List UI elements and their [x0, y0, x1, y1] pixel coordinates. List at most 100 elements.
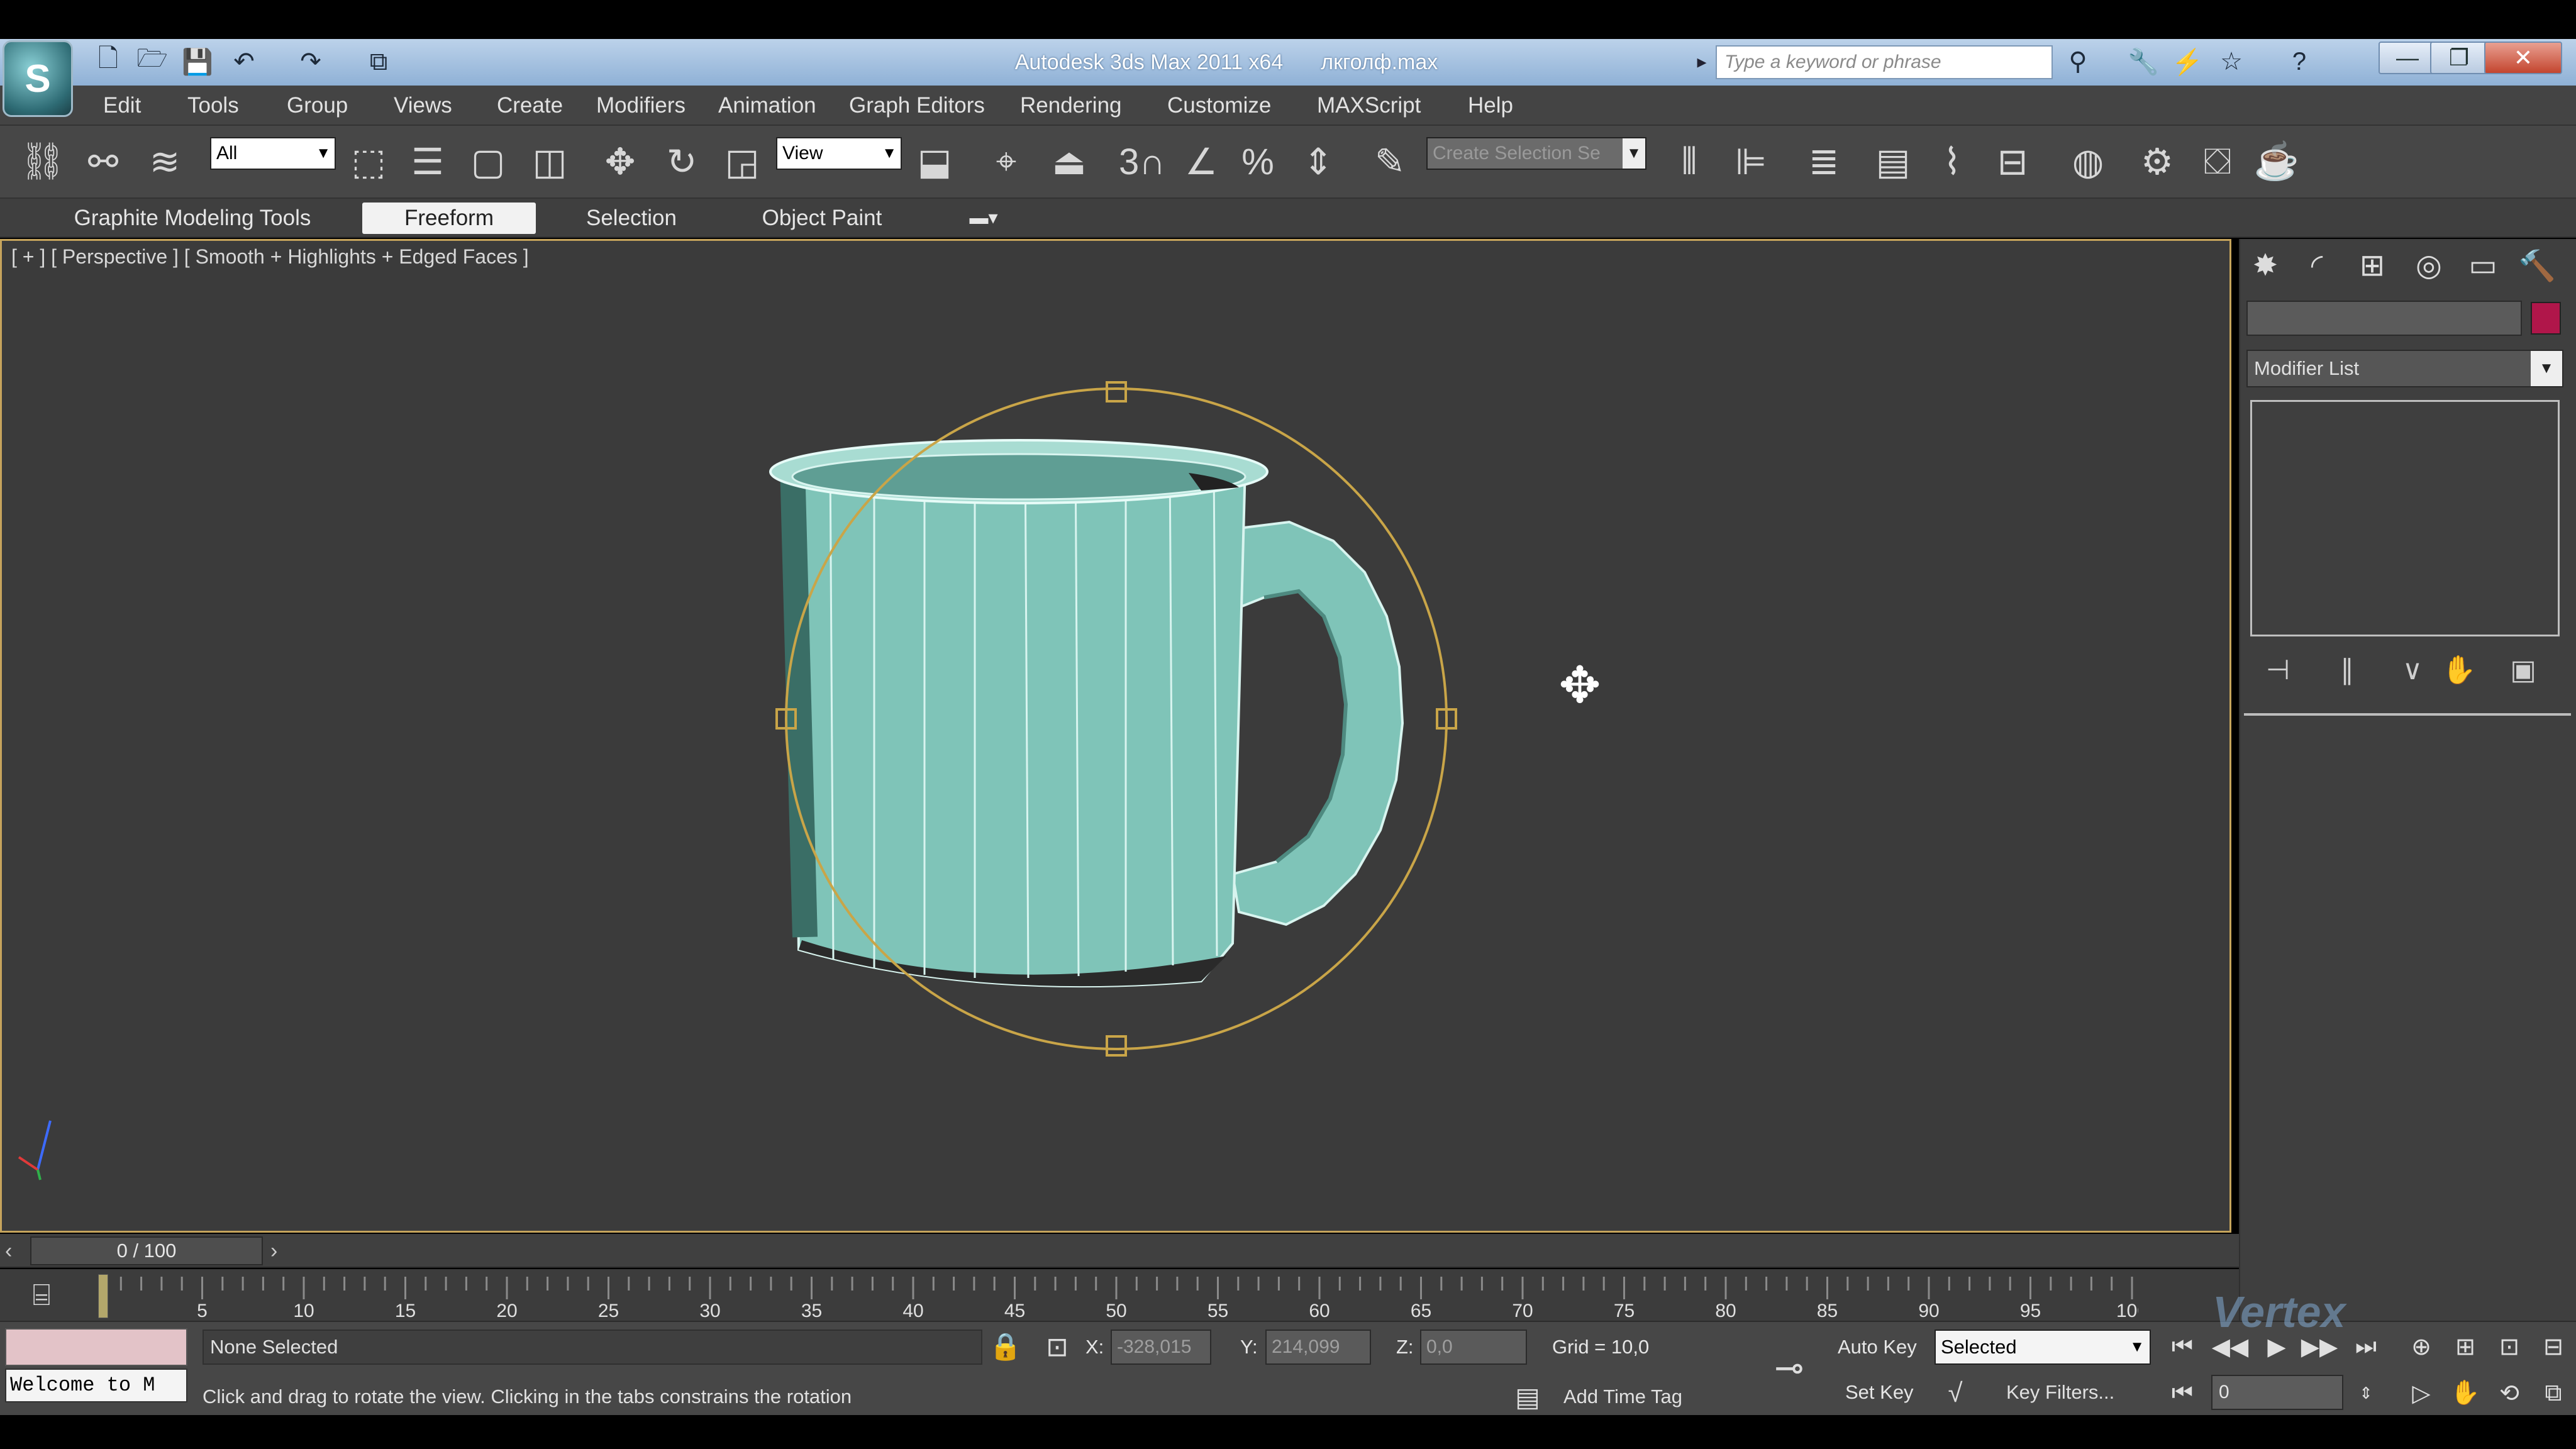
schematic-view-icon[interactable]: ⊟: [1987, 135, 2038, 189]
percent-snap-icon[interactable]: %: [1233, 135, 1283, 189]
edit-named-selection-icon[interactable]: ✎: [1365, 135, 1415, 189]
frame-spinner-icon[interactable]: ⇕: [2347, 1375, 2385, 1411]
absolute-mode-transform-icon[interactable]: ⊡: [1039, 1328, 1075, 1365]
field-of-view-icon[interactable]: ▷: [2402, 1375, 2440, 1411]
time-slider-prev-icon[interactable]: ‹: [5, 1236, 26, 1265]
remove-modifier-icon[interactable]: ✋: [2439, 650, 2479, 689]
maxscript-mini-listener-top[interactable]: [5, 1328, 187, 1366]
menu-animation[interactable]: Animation: [718, 88, 816, 123]
create-panel-icon[interactable]: ✸: [2243, 245, 2288, 286]
maximize-viewport-icon[interactable]: ⧉: [2534, 1375, 2572, 1411]
frame-ruler[interactable]: 5 10 15 20 25 30 35 40 45 50 55 60 65 70 75 80 85 90 95 100: [94, 1277, 2148, 1321]
display-panel-icon[interactable]: ▭: [2460, 245, 2506, 286]
align-icon[interactable]: ⊫: [1726, 135, 1776, 189]
menu-tools[interactable]: Tools: [187, 88, 239, 123]
material-editor-icon[interactable]: ◍: [2063, 135, 2113, 189]
make-unique-icon[interactable]: ∨: [2392, 650, 2433, 689]
key-filters-button[interactable]: Key Filters...: [2006, 1375, 2145, 1410]
zoom-extents-all-icon[interactable]: ⊟: [2534, 1328, 2572, 1365]
select-and-move-icon[interactable]: ✥: [595, 135, 645, 189]
go-to-end-icon[interactable]: ⏭: [2347, 1328, 2385, 1365]
menu-customize[interactable]: Customize: [1167, 88, 1271, 123]
select-and-link-icon[interactable]: ⛓: [18, 135, 68, 189]
time-slider-next-icon[interactable]: ›: [270, 1236, 292, 1265]
graphite-modeling-toggle-icon[interactable]: ▤: [1868, 135, 1918, 189]
open-file-icon[interactable]: 🗁: [135, 45, 170, 78]
ribbon-title-graphite[interactable]: Graphite Modeling Tools: [63, 203, 322, 234]
time-slider-thumb[interactable]: 0 / 100: [30, 1236, 263, 1265]
menu-modifiers[interactable]: Modifiers: [596, 88, 686, 123]
menu-rendering[interactable]: Rendering: [1020, 88, 1122, 123]
pin-stack-icon[interactable]: ⊣: [2258, 650, 2298, 689]
current-frame-field[interactable]: 0: [2211, 1375, 2343, 1410]
minimize-button[interactable]: —: [2379, 42, 2436, 74]
window-crossing-icon[interactable]: ◫: [525, 135, 575, 189]
go-to-start-icon[interactable]: ⏮: [2163, 1328, 2201, 1365]
modify-panel-icon[interactable]: ◜: [2294, 245, 2340, 286]
infocenter-search-input[interactable]: Type a keyword or phrase: [1716, 45, 2053, 79]
communication-center-icon[interactable]: ⚡: [2170, 45, 2205, 78]
configure-modifier-sets-icon[interactable]: ▣: [2503, 650, 2543, 689]
add-time-tag[interactable]: Add Time Tag: [1563, 1380, 1682, 1414]
search-binoculars-icon[interactable]: ⚲: [2060, 45, 2096, 78]
selection-filter-dropdown[interactable]: All ▼: [210, 137, 336, 170]
menu-help[interactable]: Help: [1468, 88, 1513, 123]
rectangular-selection-icon[interactable]: ▢: [463, 135, 513, 189]
unlink-selection-icon[interactable]: ⚯: [78, 135, 128, 189]
set-keys-key-icon[interactable]: ⊸: [1761, 1347, 1818, 1387]
object-name-field[interactable]: [2246, 301, 2522, 336]
curve-editor-icon[interactable]: ⌇: [1927, 135, 1977, 189]
auto-key-button[interactable]: Auto Key: [1838, 1330, 1926, 1365]
menu-edit[interactable]: Edit: [103, 88, 141, 123]
menu-group[interactable]: Group: [287, 88, 348, 123]
z-coord-field[interactable]: 0,0: [1420, 1330, 1527, 1365]
pivot-center-icon[interactable]: ⬓: [909, 135, 960, 189]
redo-icon[interactable]: ↷: [293, 45, 328, 78]
gizmo-handle-top[interactable]: [1106, 381, 1127, 402]
select-object-icon[interactable]: ⬚: [343, 135, 394, 189]
ribbon-options-icon[interactable]: ▬▾: [958, 203, 1009, 234]
utilities-panel-icon[interactable]: 🔨: [2514, 245, 2560, 286]
menu-views[interactable]: Views: [394, 88, 452, 123]
orbit-icon[interactable]: ⟲: [2490, 1375, 2528, 1411]
tab-freeform[interactable]: Freeform: [362, 203, 536, 234]
time-tag-icon[interactable]: ▤: [1509, 1379, 1546, 1415]
x-coord-field[interactable]: -328,015: [1111, 1330, 1211, 1365]
selection-lock-icon[interactable]: 🔒: [987, 1328, 1024, 1365]
hierarchy-panel-icon[interactable]: ⊞: [2350, 245, 2395, 286]
layer-manager-icon[interactable]: ≣: [1799, 135, 1849, 189]
subscription-center-icon[interactable]: 🔧: [2126, 45, 2161, 78]
zoom-extents-icon[interactable]: ⊡: [2490, 1328, 2528, 1365]
help-icon[interactable]: ?: [2282, 45, 2317, 78]
new-file-icon[interactable]: 🗋: [91, 45, 126, 78]
key-mode-dropdown[interactable]: Selected ▼: [1935, 1330, 2151, 1365]
zoom-icon[interactable]: ⊕: [2402, 1328, 2440, 1365]
save-file-icon[interactable]: 💾: [180, 45, 215, 78]
select-and-rotate-icon[interactable]: ↻: [657, 135, 707, 189]
tab-object-paint[interactable]: Object Paint: [748, 203, 896, 234]
viewport-label[interactable]: [ + ] [ Perspective ] [ Smooth + Highlig…: [11, 245, 529, 269]
search-expand-icon[interactable]: ▸: [1690, 45, 1713, 79]
select-and-scale-icon[interactable]: ◲: [717, 135, 767, 189]
keyboard-shortcut-override-icon[interactable]: ⏏: [1044, 135, 1094, 189]
render-production-icon[interactable]: ☕: [2251, 135, 2302, 189]
object-color-swatch[interactable]: [2531, 302, 2561, 335]
undo-icon[interactable]: ↶: [226, 45, 262, 78]
close-button[interactable]: ✕: [2484, 42, 2562, 74]
restore-button[interactable]: ❐: [2430, 42, 2488, 74]
create-selection-set-dropdown[interactable]: Create Selection Se ▼: [1426, 137, 1646, 170]
reference-coordinate-dropdown[interactable]: View ▼: [776, 137, 902, 170]
select-and-manipulate-icon[interactable]: ⌖: [981, 135, 1031, 189]
modifier-list-dropdown[interactable]: Modifier List ▼: [2246, 350, 2563, 387]
snaps-toggle-icon[interactable]: 3 ∩: [1117, 135, 1167, 189]
mini-curve-editor-icon[interactable]: ⌸: [23, 1277, 60, 1314]
key-mode-toggle-icon[interactable]: ⏮: [2163, 1375, 2201, 1411]
motion-panel-icon[interactable]: ◎: [2406, 245, 2451, 286]
default-tangent-icon[interactable]: √: [1937, 1375, 1974, 1411]
spinner-snap-icon[interactable]: ⇕: [1293, 135, 1343, 189]
current-time-marker[interactable]: [98, 1274, 108, 1318]
y-coord-field[interactable]: 214,099: [1265, 1330, 1371, 1365]
application-menu-button[interactable]: S: [3, 40, 73, 117]
menu-graph-editors[interactable]: Graph Editors: [849, 88, 985, 123]
pan-view-icon[interactable]: ✋: [2446, 1375, 2484, 1411]
